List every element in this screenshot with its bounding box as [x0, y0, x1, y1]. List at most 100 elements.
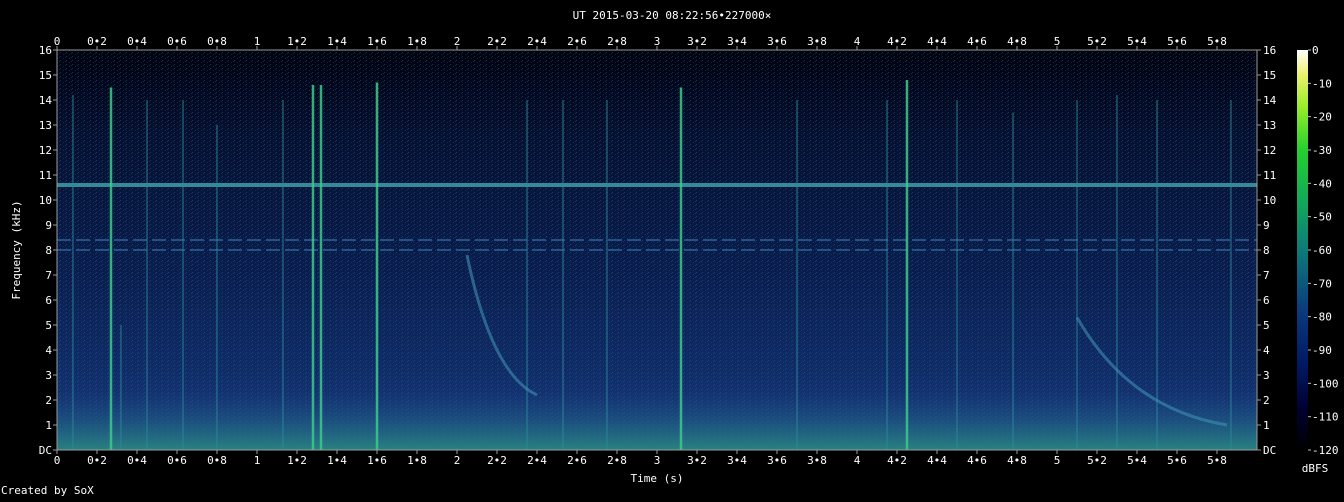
x-tick-label-bottom: 4•2: [887, 454, 907, 467]
y-tick-label-right: 8: [1263, 244, 1270, 257]
colorbar-tick-label: -70: [1312, 277, 1332, 290]
y-axis-left: DC12345678910111213141516: [39, 44, 57, 457]
x-tick-label-top: 3•8: [807, 35, 827, 48]
x-tick-label-top: 0•8: [207, 35, 227, 48]
y-tick-label-left: 7: [45, 269, 52, 282]
x-tick-label-top: 5: [1054, 35, 1061, 48]
x-tick-label-bottom: 3•4: [727, 454, 747, 467]
colorbar-tick-label: -60: [1312, 244, 1332, 257]
x-tick-label-bottom: 0•2: [87, 454, 107, 467]
x-tick-label-bottom: 4•4: [927, 454, 947, 467]
x-tick-label-bottom: 5•4: [1127, 454, 1147, 467]
y-tick-label-right: 15: [1263, 69, 1276, 82]
y-tick-label-right: 13: [1263, 119, 1276, 132]
y-tick-label-right: 11: [1263, 169, 1276, 182]
x-tick-label-bottom: 1•2: [287, 454, 307, 467]
x-tick-label-bottom: 3•6: [767, 454, 787, 467]
y-tick-label-right: 1: [1263, 419, 1270, 432]
colorbar-tick-label: -80: [1312, 311, 1332, 324]
y-tick-label-left: 16: [39, 44, 52, 57]
y-tick-label-left: 11: [39, 169, 52, 182]
x-tick-label-bottom: 1•4: [327, 454, 347, 467]
x-tick-label-bottom: 4•8: [1007, 454, 1027, 467]
y-tick-label-right: 4: [1263, 344, 1270, 357]
y-tick-label-left: 8: [45, 244, 52, 257]
x-tick-label-bottom: 2: [454, 454, 461, 467]
x-tick-label-bottom: 2•4: [527, 454, 547, 467]
x-tick-label-top: 1•2: [287, 35, 307, 48]
colorbar-tick-label: -20: [1312, 111, 1332, 124]
y-tick-label-right: 16: [1263, 44, 1276, 57]
x-tick-label-top: 2: [454, 35, 461, 48]
x-tick-label-top: 2•4: [527, 35, 547, 48]
x-tick-label-top: 2•8: [607, 35, 627, 48]
y-tick-label-right: 9: [1263, 219, 1270, 232]
y-tick-label-left: 13: [39, 119, 52, 132]
y-axis-right: DC12345678910111213141516: [1257, 44, 1277, 457]
x-tick-label-bottom: 5: [1054, 454, 1061, 467]
x-tick-label-bottom: 5•6: [1167, 454, 1187, 467]
y-tick-label-left: 2: [45, 394, 52, 407]
y-tick-label-left: 12: [39, 144, 52, 157]
y-tick-label-left: 15: [39, 69, 52, 82]
x-tick-label-bottom: 2•8: [607, 454, 627, 467]
x-tick-label-bottom: 2•2: [487, 454, 507, 467]
x-tick-label-top: 5•4: [1127, 35, 1147, 48]
x-tick-label-top: 1•6: [367, 35, 387, 48]
chart-title: UT 2015-03-20 08:22:56•227000×: [573, 9, 772, 22]
x-tick-label-top: 2•6: [567, 35, 587, 48]
footer-credit: Created by SoX: [1, 484, 94, 497]
y-tick-label-left: 10: [39, 194, 52, 207]
x-tick-label-top: 3•6: [767, 35, 787, 48]
colorbar-tick-label: -50: [1312, 211, 1332, 224]
y-tick-label-right: 5: [1263, 319, 1270, 332]
x-tick-label-bottom: 1•6: [367, 454, 387, 467]
x-tick-label-top: 3: [654, 35, 661, 48]
x-tick-label-bottom: 5•8: [1207, 454, 1227, 467]
x-tick-label-top: 3•4: [727, 35, 747, 48]
x-tick-label-bottom: 3•2: [687, 454, 707, 467]
colorbar-tick-label: -110: [1312, 411, 1339, 424]
x-tick-label-top: 1•8: [407, 35, 427, 48]
x-tick-label-top: 1: [254, 35, 261, 48]
y-tick-label-left: 14: [39, 94, 53, 107]
x-axis-bottom: 0 0•2 0•4 0•6 0•8 1 1•2 1•4 1•6 1•8 2 2•2 2•4 2•6 2•8 3…: [54, 450, 1227, 467]
y-tick-label-right: 7: [1263, 269, 1270, 282]
x-tick-label-top: 0: [54, 35, 61, 48]
x-tick-label-top: 4: [854, 35, 861, 48]
x-tick-label-top: 3•2: [687, 35, 707, 48]
x-tick-label-bottom: 3: [654, 454, 661, 467]
y-tick-label-right: 14: [1263, 94, 1277, 107]
y-tick-label-left: 9: [45, 219, 52, 232]
y-tick-label-left: 3: [45, 369, 52, 382]
colorbar-tick-label: -100: [1312, 377, 1339, 390]
x-tick-label-bottom: 0•6: [167, 454, 187, 467]
x-tick-label-top: 2•2: [487, 35, 507, 48]
y-tick-label-right: 12: [1263, 144, 1276, 157]
x-tick-label-top: 0•4: [127, 35, 147, 48]
colorbar-label: dBFS: [1302, 462, 1329, 475]
y-tick-label-left: 6: [45, 294, 52, 307]
y-tick-label-right: DC: [1263, 444, 1276, 457]
colorbar-tick-label: -120: [1312, 444, 1339, 457]
x-tick-label-bottom: 2•6: [567, 454, 587, 467]
y-tick-label-right: 10: [1263, 194, 1276, 207]
x-tick-label-top: 4•2: [887, 35, 907, 48]
x-tick-label-bottom: 1: [254, 454, 261, 467]
x-tick-label-bottom: 4: [854, 454, 861, 467]
y-tick-label-left: DC: [39, 444, 52, 457]
x-tick-label-bottom: 1•8: [407, 454, 427, 467]
x-tick-label-bottom: 0•4: [127, 454, 147, 467]
x-tick-label-bottom: 3•8: [807, 454, 827, 467]
x-tick-label-bottom: 5•2: [1087, 454, 1107, 467]
colorbar-ticks: 0 -10 -20 -30 -40 -50 -60 -70 -80 -90 -100 -110 -120: [1308, 44, 1339, 457]
y-tick-label-left: 1: [45, 419, 52, 432]
x-axis-top: 0 0•2 0•4 0•6 0•8 1 1•2 1•4 1•6 1•8 2 2•2 2•4 2•6 2•8 3…: [54, 35, 1227, 50]
colorbar-scale: [1297, 50, 1308, 450]
x-tick-label-top: 0•2: [87, 35, 107, 48]
y-tick-label-right: 3: [1263, 369, 1270, 382]
x-tick-label-bottom: 4•6: [967, 454, 987, 467]
colorbar-tick-label: -90: [1312, 344, 1332, 357]
y-tick-label-left: 5: [45, 319, 52, 332]
x-axis-label: Time (s): [631, 472, 684, 485]
